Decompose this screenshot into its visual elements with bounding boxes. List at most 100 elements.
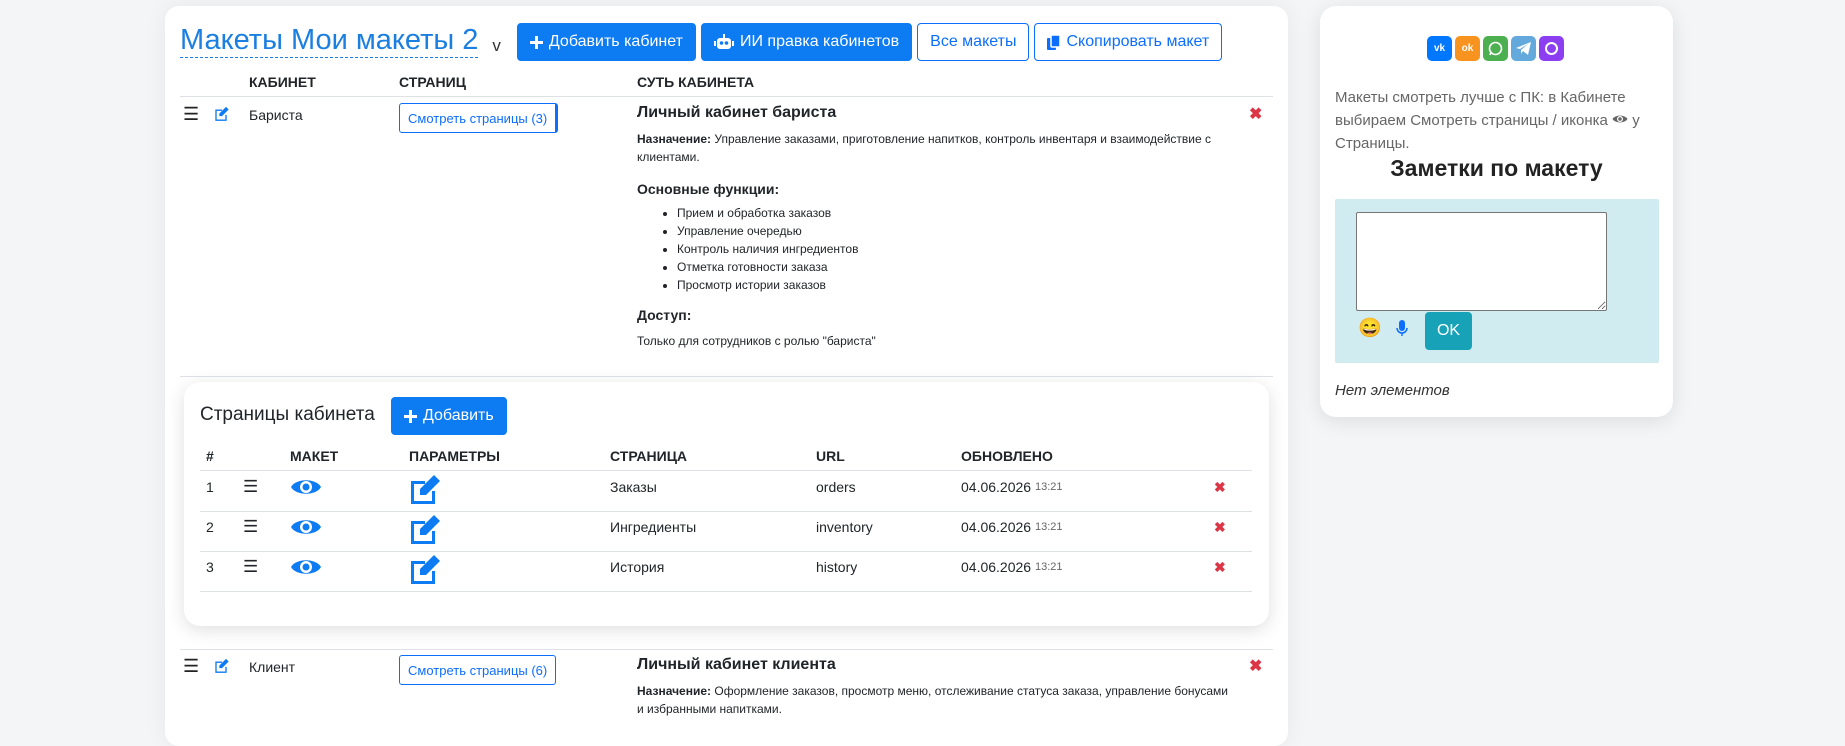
updated-date: 04.06.2026	[961, 519, 1032, 535]
telegram-icon[interactable]	[1511, 36, 1536, 61]
eye-icon[interactable]	[290, 515, 322, 542]
view-pages-button[interactable]: Смотреть страницы (6)	[399, 655, 557, 685]
robot-icon	[713, 34, 734, 50]
add-page-label: Добавить	[423, 407, 494, 424]
notes-textarea[interactable]	[1356, 212, 1607, 311]
col-layout: МАКЕТ	[290, 448, 339, 464]
col-url: URL	[816, 448, 845, 464]
cabinet-name: Бариста	[249, 107, 303, 123]
col-pages: СТРАНИЦ	[399, 74, 466, 90]
copy-layout-label: Скопировать макет	[1066, 33, 1210, 50]
cabinet-title: Личный кабинет клиента	[637, 656, 836, 673]
page-url: orders	[816, 479, 856, 495]
col-num: #	[206, 448, 214, 464]
table-row: 3 ☰ История history 04.06.2026 13:21 ✖	[200, 551, 1252, 592]
row-divider	[180, 376, 1273, 377]
plus-icon	[404, 409, 417, 423]
row-num: 3	[206, 559, 214, 575]
list-item: Отметка готовности заказа	[677, 258, 1237, 276]
ai-edit-button[interactable]: ИИ правка кабинетов	[700, 23, 913, 61]
functions-list: Прием и обработка заказов Управление оче…	[637, 204, 1237, 294]
microphone-icon[interactable]	[1396, 320, 1408, 342]
list-item: Прием и обработка заказов	[677, 204, 1237, 222]
updated-time: 13:21	[1035, 561, 1063, 573]
notes-title: Заметки по макету	[1390, 155, 1603, 181]
emoji-icon[interactable]: 😄	[1358, 316, 1382, 340]
page-name: Заказы	[610, 479, 657, 495]
list-item: Контроль наличия ингредиентов	[677, 240, 1237, 258]
cabinet-description: Личный кабинет клиента Назначение: Оформ…	[637, 656, 1237, 718]
list-item: Просмотр истории заказов	[677, 276, 1237, 294]
updated-time: 13:21	[1035, 521, 1063, 533]
delete-page-icon[interactable]: ✖	[1214, 559, 1226, 576]
delete-cabinet-icon[interactable]: ✖	[1249, 656, 1262, 676]
cabinet-description: Личный кабинет бариста Назначение: Управ…	[637, 104, 1237, 350]
cabinet-title: Личный кабинет бариста	[637, 104, 837, 121]
header-toolbar: Макеты Мои макеты 2 v Добавить кабинет И…	[180, 22, 1227, 62]
page-name: Ингредиенты	[610, 519, 697, 535]
page-url: history	[816, 559, 858, 575]
col-updated: ОБНОВЛЕНО	[961, 448, 1053, 464]
max-messenger-icon[interactable]	[1539, 36, 1564, 61]
functions-heading: Основные функции:	[637, 181, 780, 197]
edit-params-icon[interactable]	[409, 554, 443, 587]
cabinet-name: Клиент	[249, 659, 296, 675]
empty-notes-text: Нет элементов	[1335, 382, 1450, 399]
edit-params-icon[interactable]	[409, 514, 443, 547]
access-heading: Доступ:	[637, 307, 692, 323]
viewing-hint: Макеты смотреть лучше с ПК: в Кабинете в…	[1335, 86, 1655, 155]
access-text: Только для сотрудников с ролью "бариста"	[637, 334, 876, 348]
add-cabinet-label: Добавить кабинет	[548, 33, 683, 50]
drag-handle-icon[interactable]: ☰	[243, 517, 258, 537]
delete-cabinet-icon[interactable]: ✖	[1249, 104, 1262, 124]
table-row: 2 ☰ Ингредиенты inventory 04.06.2026 13:…	[200, 511, 1252, 552]
cabinets-table-header: КАБИНЕТ СТРАНИЦ СУТЬ КАБИНЕТА	[180, 72, 1273, 97]
vk-icon[interactable]: vk	[1427, 36, 1452, 61]
col-essence: СУТЬ КАБИНЕТА	[637, 74, 755, 90]
drag-handle-icon[interactable]: ☰	[243, 477, 258, 497]
drag-handle-icon[interactable]: ☰	[243, 557, 258, 577]
drag-handle-icon[interactable]: ☰	[183, 104, 199, 125]
col-page: СТРАНИЦА	[610, 448, 688, 464]
edit-params-icon[interactable]	[409, 474, 443, 507]
purpose-label: Назначение:	[637, 684, 712, 698]
edit-icon[interactable]	[214, 106, 230, 126]
all-layouts-button[interactable]: Все макеты	[917, 23, 1030, 61]
copy-icon	[1047, 34, 1061, 50]
row-num: 2	[206, 519, 214, 535]
drag-handle-icon[interactable]: ☰	[183, 656, 199, 677]
purpose-label: Назначение:	[637, 132, 712, 146]
eye-icon[interactable]	[290, 475, 322, 502]
view-pages-label: Смотреть страницы (6)	[408, 662, 548, 678]
title-version-toggle[interactable]: v	[492, 36, 501, 56]
pages-table-header: # МАКЕТ ПАРАМЕТРЫ СТРАНИЦА URL ОБНОВЛЕНО	[200, 446, 1252, 471]
add-page-button[interactable]: Добавить	[391, 397, 507, 435]
whatsapp-icon[interactable]	[1483, 36, 1508, 61]
row-divider	[180, 649, 1273, 650]
odnoklassniki-icon[interactable]: ok	[1455, 36, 1480, 61]
delete-page-icon[interactable]: ✖	[1214, 519, 1226, 536]
edit-icon[interactable]	[214, 658, 230, 678]
social-share-bar: vk ok	[1427, 36, 1564, 61]
col-cabinet: КАБИНЕТ	[249, 74, 316, 90]
add-cabinet-button[interactable]: Добавить кабинет	[516, 23, 696, 61]
all-layouts-label: Все макеты	[930, 33, 1017, 50]
ok-button[interactable]: OK	[1425, 312, 1472, 350]
eye-icon[interactable]	[290, 555, 322, 582]
purpose-text: Управление заказами, приготовление напит…	[637, 132, 1211, 164]
list-item: Управление очередью	[677, 222, 1237, 240]
row-num: 1	[206, 479, 214, 495]
eye-icon	[1612, 112, 1632, 129]
delete-page-icon[interactable]: ✖	[1214, 479, 1226, 496]
page-url: inventory	[816, 519, 873, 535]
view-pages-button[interactable]: Смотреть страницы (3)	[399, 103, 559, 133]
hint-text-before: Макеты смотреть лучше с ПК: в Кабинете в…	[1335, 89, 1626, 129]
ai-edit-label: ИИ правка кабинетов	[739, 33, 900, 50]
page-title[interactable]: Макеты Мои макеты 2	[180, 26, 479, 58]
view-pages-label: Смотреть страницы (3)	[408, 110, 548, 126]
page-name: История	[610, 559, 665, 575]
updated-time: 13:21	[1035, 481, 1063, 493]
copy-layout-button[interactable]: Скопировать макет	[1034, 23, 1223, 61]
table-row: 1 ☰ Заказы orders 04.06.2026 13:21 ✖	[200, 471, 1252, 512]
pages-panel-title: Страницы кабинета	[200, 404, 375, 425]
